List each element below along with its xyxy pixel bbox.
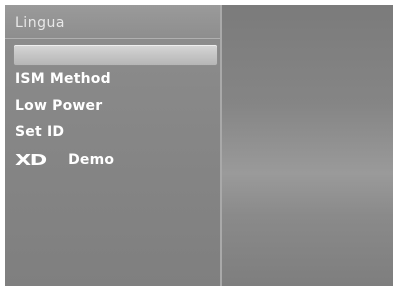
tv-osd-screen: Lingua ISM Method Low Power Set ID XD De… bbox=[0, 0, 393, 286]
submenu-preview-pane bbox=[222, 5, 393, 286]
menu-item-label: Low Power bbox=[15, 98, 103, 114]
menu-title: Lingua bbox=[15, 15, 65, 31]
menu-title-bar: Lingua bbox=[5, 5, 220, 39]
menu-item-low-power[interactable]: Low Power bbox=[15, 98, 102, 114]
selected-menu-item[interactable] bbox=[14, 45, 217, 65]
option-menu-panel: Lingua ISM Method Low Power Set ID XD De… bbox=[5, 5, 222, 286]
menu-item-xd-demo[interactable]: XD Demo bbox=[15, 151, 114, 169]
menu-item-set-id[interactable]: Set ID bbox=[15, 124, 64, 140]
xd-logo: XD bbox=[15, 151, 47, 169]
menu-item-ism-method[interactable]: ISM Method bbox=[15, 71, 111, 87]
menu-item-label: Set ID bbox=[15, 124, 65, 140]
menu-item-label: ISM Method bbox=[15, 71, 111, 87]
